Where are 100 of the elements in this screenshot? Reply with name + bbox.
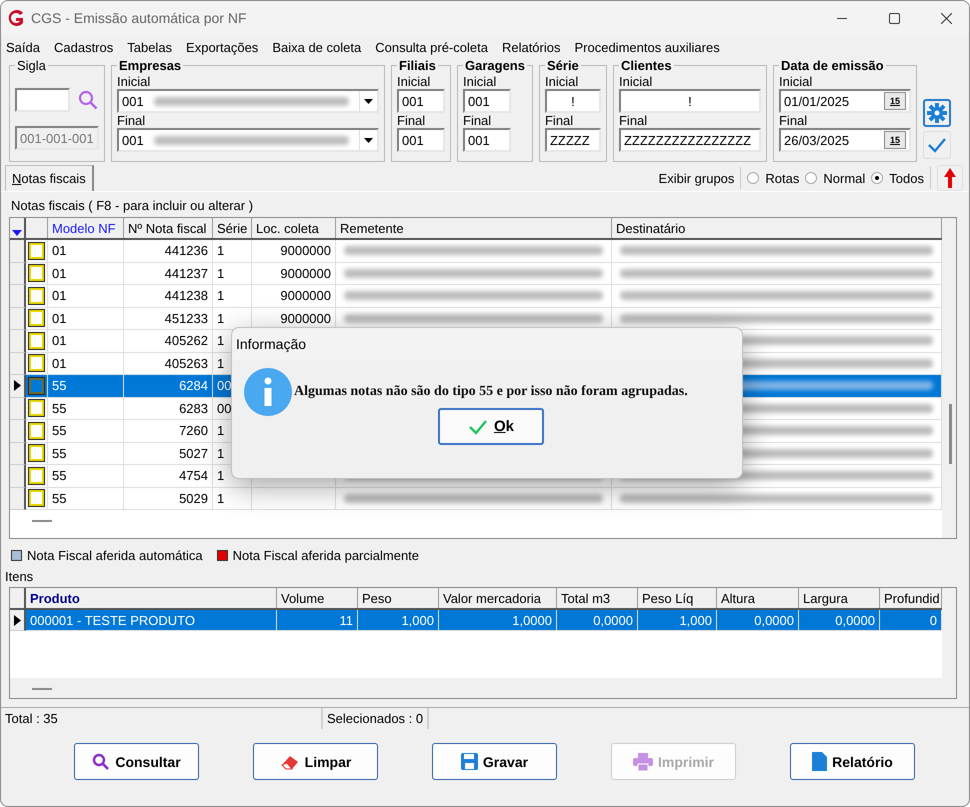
legend-label: Nota Fiscal aferida parcialmente — [232, 548, 420, 563]
table-cell: 01 — [48, 285, 124, 308]
group-title: Sigla — [16, 59, 47, 72]
column-header[interactable]: Produto — [26, 588, 277, 608]
group-title: Empresas — [118, 59, 182, 72]
menu-item[interactable]: Baixa de coleta — [267, 40, 370, 54]
column-header[interactable]: Remetente — [336, 218, 612, 238]
table-cell: 9000000 — [252, 285, 336, 308]
section-label: Itens — [4, 568, 34, 586]
field-label: Inicial — [778, 74, 814, 89]
table-cell: 11 — [277, 610, 358, 631]
input-field[interactable]: ! — [544, 89, 601, 113]
column-header[interactable]: Modelo NF — [48, 218, 124, 238]
date-field[interactable]: 26/03/2025 15 — [778, 128, 911, 152]
column-header[interactable]: Série — [213, 218, 252, 238]
ok-button[interactable]: Ok — [438, 408, 544, 445]
menu-item[interactable]: Exportações — [181, 40, 268, 54]
table-cell: 5027 — [124, 442, 213, 465]
window-title: CGS - Emissão automática por NF — [31, 10, 248, 26]
group-title: Série — [546, 59, 580, 72]
dialog-message: Algumas notas não são do tipo 55 e por isso não foram agrupadas. — [294, 384, 688, 400]
table-cell: 1 — [213, 285, 252, 308]
column-header[interactable]: Peso Líq — [638, 588, 717, 608]
table-cell: 01 — [48, 352, 124, 375]
input-field[interactable]: ! — [618, 89, 761, 113]
status-text: Total : 35 — [1, 708, 323, 729]
table-cell: 0,0000 — [557, 610, 638, 631]
table-cell: 1,000 — [638, 610, 717, 631]
table-cell: 55 — [48, 420, 124, 442]
menu-item[interactable]: Saída — [1, 40, 49, 54]
table-cell: 441237 — [124, 262, 213, 285]
column-header[interactable]: Loc. coleta — [252, 218, 336, 238]
table-cell: 55 — [48, 465, 124, 488]
table-cell: 01 — [48, 308, 124, 330]
action-button[interactable]: Relatório — [790, 743, 915, 780]
tab[interactable]: Notas fiscais — [5, 165, 94, 191]
table-cell: 441238 — [124, 285, 213, 308]
grid-caption: Notas fiscais ( F8 - para incluir ou alterar ) — [10, 197, 254, 215]
table-cell: 405263 — [124, 352, 213, 375]
field-label: Final — [778, 113, 808, 128]
input-field[interactable]: 001 — [397, 128, 445, 152]
menu-item[interactable]: Relatórios — [496, 40, 570, 54]
action-button[interactable]: Consultar — [74, 743, 199, 780]
table-cell: 1 — [213, 308, 252, 330]
column-header[interactable]: Total m3 — [557, 588, 638, 608]
menu-item[interactable]: Consulta pré-coleta — [370, 40, 497, 54]
radio-option[interactable]: Rotas — [747, 170, 800, 186]
table-cell: 1,0000 — [439, 610, 557, 631]
table-cell: 55 — [48, 398, 124, 420]
column-header[interactable]: Peso — [358, 588, 439, 608]
dropdown-field[interactable]: 001 — [117, 128, 379, 152]
table-cell: 6284 — [124, 375, 213, 398]
table-cell: 405262 — [124, 330, 213, 352]
date-field[interactable]: 01/01/2025 15 — [778, 89, 911, 113]
field-label: Final — [544, 113, 574, 128]
table-cell: 7260 — [124, 420, 213, 442]
calendar-button[interactable]: 15 — [884, 92, 906, 110]
calendar-button[interactable]: 15 — [884, 131, 906, 149]
column-header[interactable]: Volume — [277, 588, 358, 608]
menu-item[interactable]: Procedimentos auxiliares — [569, 40, 729, 54]
field-label: Final — [397, 113, 426, 128]
column-header[interactable]: Valor mercadoria — [439, 588, 557, 608]
group-title: Filiais — [398, 59, 437, 72]
legend-label: Nota Fiscal aferida automática — [27, 548, 203, 563]
input-field[interactable]: ZZZZZ — [544, 128, 601, 152]
input-field[interactable]: 001 — [463, 89, 511, 113]
table-cell: 01 — [48, 262, 124, 285]
table-cell: 6283 — [124, 398, 213, 420]
table-cell: 55 — [48, 442, 124, 465]
action-button[interactable]: Gravar — [432, 743, 557, 780]
table-cell: 0 — [880, 610, 942, 631]
group-label: Exibir grupos — [658, 170, 734, 186]
radio-option[interactable]: Normal — [805, 170, 866, 186]
dropdown-field[interactable]: 001 — [117, 89, 379, 113]
field-label: Inicial — [544, 74, 580, 89]
table-cell: 1 — [213, 240, 252, 262]
table-cell: 441236 — [124, 240, 213, 262]
table-cell: 5029 — [124, 488, 213, 510]
field-label: Final — [618, 113, 648, 128]
menu-item[interactable]: Cadastros — [48, 40, 122, 54]
code-field: 001-001-001 — [15, 126, 99, 150]
table-cell: 000001 - TESTE PRODUTO — [26, 610, 277, 631]
input-field[interactable]: 001 — [397, 89, 445, 113]
status-text: Selecionados : 0 — [323, 708, 430, 729]
dialog-title: Informação — [232, 328, 742, 360]
group-title: Garagens — [464, 59, 526, 72]
action-button[interactable]: Limpar — [253, 743, 378, 780]
radio-option[interactable]: Todos — [871, 170, 924, 186]
column-header[interactable]: Largura — [799, 588, 880, 608]
column-header[interactable]: Nº Nota fiscal — [124, 218, 213, 238]
column-header[interactable]: Profundid — [880, 588, 942, 608]
table-cell: 0,0000 — [717, 610, 799, 631]
column-header[interactable]: Altura — [717, 588, 799, 608]
table-cell: 0,0000 — [799, 610, 880, 631]
input-field[interactable]: ZZZZZZZZZZZZZZZZ — [618, 128, 761, 152]
menu-item[interactable]: Tabelas — [122, 40, 182, 54]
table-cell: 01 — [48, 330, 124, 352]
input-field[interactable]: 001 — [463, 128, 511, 152]
field-label: Inicial — [117, 74, 152, 89]
field-label: Inicial — [618, 74, 654, 89]
